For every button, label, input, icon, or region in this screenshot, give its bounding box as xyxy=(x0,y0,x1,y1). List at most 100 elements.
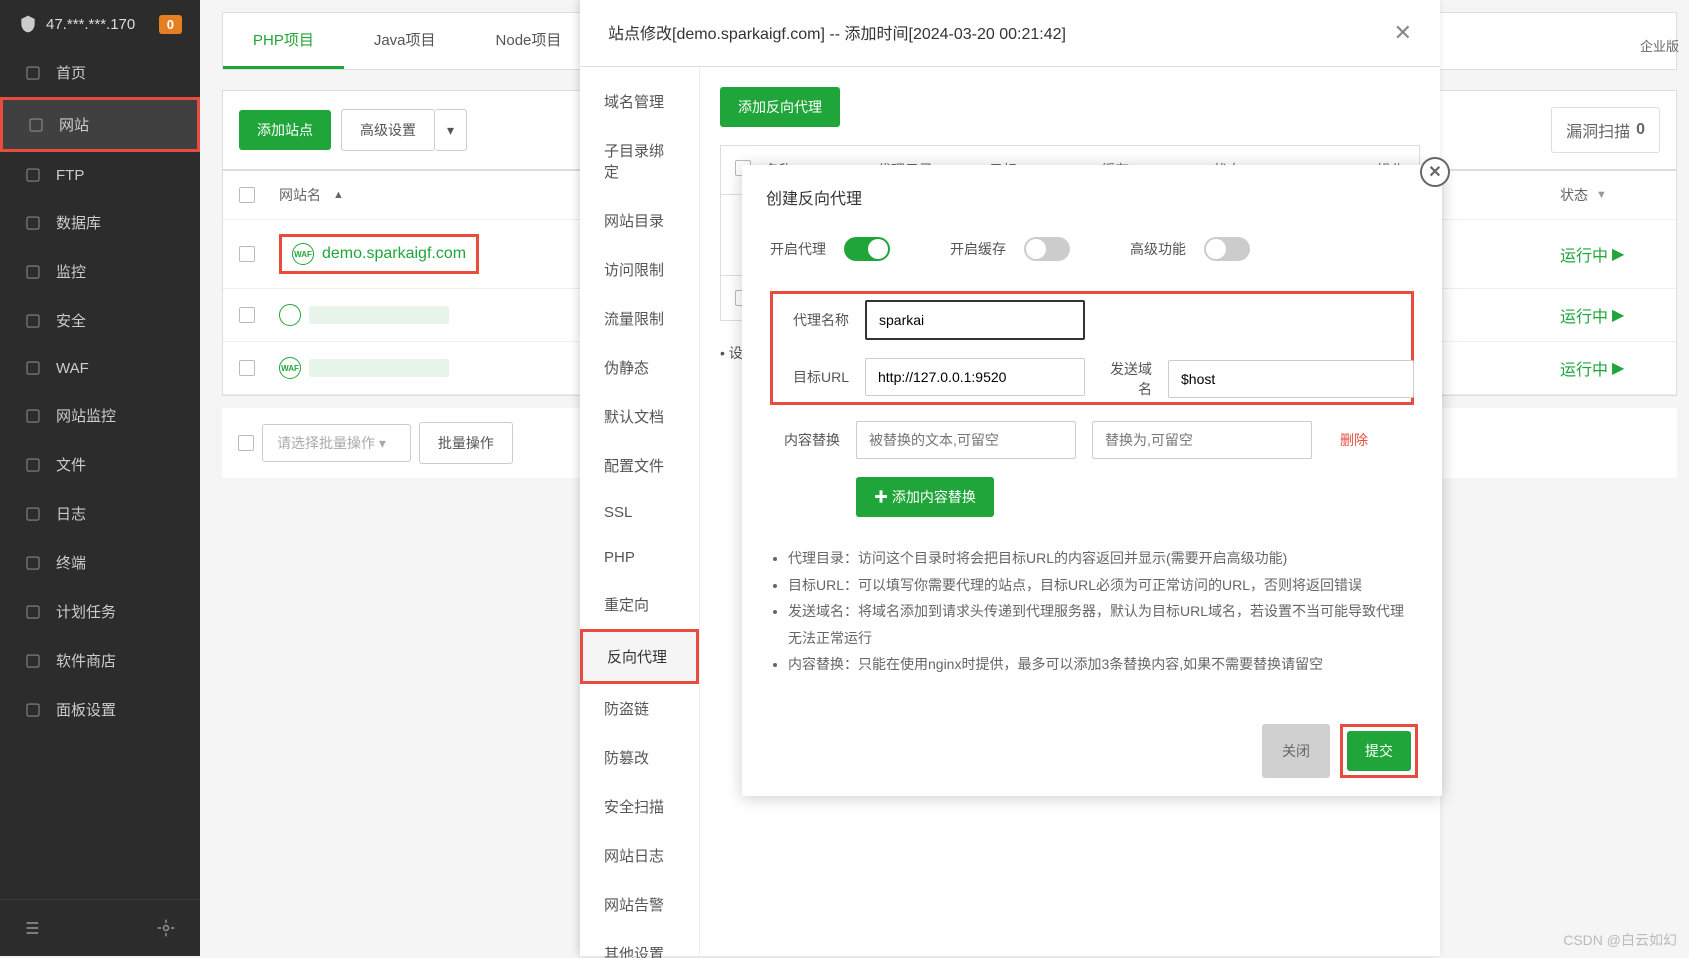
proxy-name-input[interactable] xyxy=(865,300,1085,340)
add-reverse-proxy-button[interactable]: 添加反向代理 xyxy=(720,87,840,127)
waf-icon: WAF xyxy=(279,357,301,379)
sidebar-item-log[interactable]: 日志 xyxy=(0,489,200,538)
row-checkbox[interactable] xyxy=(239,360,255,376)
close-icon[interactable]: ✕ xyxy=(1394,20,1412,46)
advanced-label: 高级功能 xyxy=(1130,239,1186,259)
header-status[interactable]: 状态 xyxy=(1560,185,1588,205)
scan-info[interactable]: 漏洞扫描 0 xyxy=(1551,107,1660,153)
submit-button[interactable]: 提交 xyxy=(1347,731,1411,771)
sidebar-item-label: 网站监控 xyxy=(56,405,116,426)
target-url-input[interactable] xyxy=(865,358,1085,396)
sidebar-item-globe[interactable]: 网站 xyxy=(0,97,200,152)
sidebar-item-home[interactable]: 首页 xyxy=(0,48,200,97)
modal-nav-item[interactable]: 反向代理 xyxy=(580,629,699,684)
send-domain-input[interactable] xyxy=(1168,360,1414,398)
waf-icon: WAF xyxy=(292,243,314,265)
replace-to-input[interactable] xyxy=(1092,421,1312,459)
modal-nav-item[interactable]: 网站日志 xyxy=(580,831,699,880)
row-checkbox[interactable] xyxy=(239,307,255,323)
calendar-icon xyxy=(24,603,42,621)
modal-nav-item[interactable]: 防盗链 xyxy=(580,684,699,733)
send-domain-label: 发送域名 xyxy=(1100,359,1152,399)
add-content-replace-button[interactable]: ✚ 添加内容替换 xyxy=(856,477,994,517)
sidebar-item-ftp[interactable]: FTP xyxy=(0,152,200,198)
edition-tag[interactable]: 企业版 xyxy=(1630,30,1689,61)
gear-icon[interactable] xyxy=(156,918,176,938)
sort-icon: ▼ xyxy=(1596,189,1607,201)
sidebar-item-folder[interactable]: 文件 xyxy=(0,440,200,489)
sidebar-item-label: WAF xyxy=(56,360,89,377)
modal-nav-item[interactable]: 配置文件 xyxy=(580,441,699,490)
site-name[interactable]: demo.sparkaigf.com xyxy=(322,245,466,263)
modal-nav-item[interactable]: SSL xyxy=(580,490,699,535)
sidebar-item-store[interactable]: 软件商店 xyxy=(0,636,200,685)
tab[interactable]: PHP项目 xyxy=(223,13,344,69)
chart-icon xyxy=(24,407,42,425)
play-icon: ▶ xyxy=(1612,305,1624,325)
close-button[interactable]: 关闭 xyxy=(1262,724,1330,778)
header-name[interactable]: 网站名 xyxy=(279,185,321,205)
globe-icon xyxy=(27,116,45,134)
collapse-icon[interactable] xyxy=(24,918,44,938)
modal-nav-item[interactable]: 防篡改 xyxy=(580,733,699,782)
sidebar-item-label: 日志 xyxy=(56,503,86,524)
modal2-title: 创建反向代理 xyxy=(742,165,1442,229)
scan-count: 0 xyxy=(1636,121,1645,139)
modal-nav-item[interactable]: 域名管理 xyxy=(580,77,699,126)
modal-nav-item[interactable]: 其他设置 xyxy=(580,929,699,958)
row-checkbox[interactable] xyxy=(239,246,255,262)
log-icon xyxy=(24,505,42,523)
database-icon xyxy=(24,214,42,232)
close-icon[interactable]: ✕ xyxy=(1420,157,1450,187)
status-text: 运行中 xyxy=(1560,242,1608,266)
batch-action-button[interactable]: 批量操作 xyxy=(419,422,513,464)
tab[interactable]: Node项目 xyxy=(466,13,592,69)
modal-nav-item[interactable]: 默认文档 xyxy=(580,392,699,441)
sidebar-item-label: 网站 xyxy=(59,114,89,135)
modal-nav-item[interactable]: 伪静态 xyxy=(580,343,699,392)
delete-link[interactable]: 删除 xyxy=(1340,430,1368,450)
add-site-button[interactable]: 添加站点 xyxy=(239,110,331,150)
sidebar-item-calendar[interactable]: 计划任务 xyxy=(0,587,200,636)
modal-nav-item[interactable]: 安全扫描 xyxy=(580,782,699,831)
advanced-settings-button[interactable]: 高级设置 xyxy=(341,109,435,151)
settings-icon xyxy=(24,701,42,719)
sidebar-item-label: 文件 xyxy=(56,454,86,475)
home-icon xyxy=(24,64,42,82)
sidebar-item-database[interactable]: 数据库 xyxy=(0,198,200,247)
proxy-name-label: 代理名称 xyxy=(779,310,849,330)
modal-nav-item[interactable]: PHP xyxy=(580,535,699,580)
modal-nav-item[interactable]: 重定向 xyxy=(580,580,699,629)
batch-checkbox[interactable] xyxy=(238,435,254,451)
tab[interactable]: Java项目 xyxy=(344,13,466,69)
modal-nav-item[interactable]: 流量限制 xyxy=(580,294,699,343)
notification-badge[interactable]: 0 xyxy=(159,15,182,34)
modal-nav-item[interactable]: 子目录绑定 xyxy=(580,126,699,196)
sidebar-item-shield[interactable]: 安全 xyxy=(0,296,200,345)
enable-proxy-toggle[interactable] xyxy=(844,237,890,261)
sidebar-item-waf[interactable]: WAF xyxy=(0,345,200,391)
batch-select[interactable]: 请选择批量操作 ▾ xyxy=(262,424,411,462)
sidebar-item-chart[interactable]: 网站监控 xyxy=(0,391,200,440)
enable-cache-toggle[interactable] xyxy=(1024,237,1070,261)
modal-nav-item[interactable]: 网站目录 xyxy=(580,196,699,245)
sidebar-item-label: 首页 xyxy=(56,62,86,83)
replace-from-input[interactable] xyxy=(856,421,1076,459)
advanced-dropdown-icon[interactable]: ▾ xyxy=(435,109,467,151)
advanced-toggle[interactable] xyxy=(1204,237,1250,261)
play-icon: ▶ xyxy=(1612,244,1624,264)
store-icon xyxy=(24,652,42,670)
enable-cache-label: 开启缓存 xyxy=(950,239,1006,259)
hints-list: 代理目录：访问这个目录时将会把目标URL的内容返回并显示(需要开启高级功能)目标… xyxy=(770,545,1414,678)
shield-icon xyxy=(24,312,42,330)
modal-nav-item[interactable]: 网站告警 xyxy=(580,880,699,929)
redacted xyxy=(309,359,449,377)
sidebar-footer xyxy=(0,899,200,956)
select-all-checkbox[interactable] xyxy=(239,187,255,203)
sidebar-item-monitor[interactable]: 监控 xyxy=(0,247,200,296)
sidebar-item-settings[interactable]: 面板设置 xyxy=(0,685,200,734)
sidebar-item-terminal[interactable]: 终端 xyxy=(0,538,200,587)
target-url-label: 目标URL xyxy=(779,367,849,387)
sidebar-header: 47.***.***.170 0 xyxy=(0,0,200,48)
modal-nav-item[interactable]: 访问限制 xyxy=(580,245,699,294)
